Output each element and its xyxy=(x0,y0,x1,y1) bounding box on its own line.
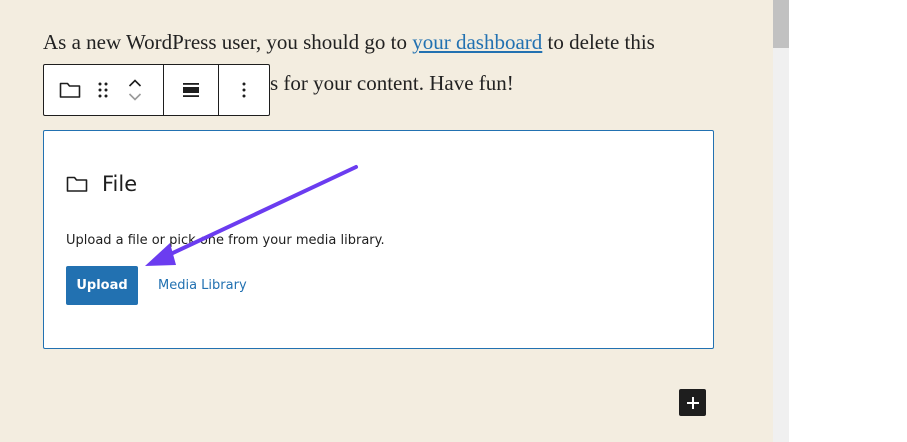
toolbar-group-block xyxy=(44,65,163,115)
more-options-button[interactable] xyxy=(242,82,246,98)
editor-canvas: As a new WordPress user, you should go t… xyxy=(0,0,773,442)
file-block-title: File xyxy=(66,172,137,196)
mover-controls xyxy=(110,65,160,115)
toolbar-group-options xyxy=(218,65,269,115)
dashboard-link[interactable]: your dashboard xyxy=(412,30,542,54)
more-options-icon xyxy=(242,82,246,98)
block-type-button[interactable] xyxy=(44,65,96,115)
align-button[interactable] xyxy=(182,82,200,98)
move-down-icon[interactable] xyxy=(128,92,142,102)
move-up-icon[interactable] xyxy=(128,78,142,88)
file-block-instructions: Upload a file or pick one from your medi… xyxy=(66,233,385,248)
plus-icon xyxy=(686,396,699,409)
folder-icon xyxy=(59,82,81,98)
drag-handle-icon xyxy=(98,82,108,98)
upload-button[interactable]: Upload xyxy=(66,266,138,305)
drag-handle[interactable] xyxy=(96,65,110,115)
paragraph-text-before: As a new WordPress user, you should go t… xyxy=(43,30,413,54)
add-block-button[interactable] xyxy=(679,389,706,416)
paragraph-line-2: s for your content. Have fun! xyxy=(270,71,514,95)
align-icon xyxy=(183,83,199,97)
toolbar-group-align xyxy=(163,65,218,115)
file-block-title-text: File xyxy=(102,172,138,196)
scrollbar[interactable] xyxy=(773,0,789,442)
block-toolbar xyxy=(43,64,270,116)
folder-icon xyxy=(66,176,88,192)
media-library-button[interactable]: Media Library xyxy=(158,278,247,293)
paragraph-text-after: to delete this xyxy=(542,30,655,54)
scrollbar-thumb[interactable] xyxy=(773,0,789,48)
